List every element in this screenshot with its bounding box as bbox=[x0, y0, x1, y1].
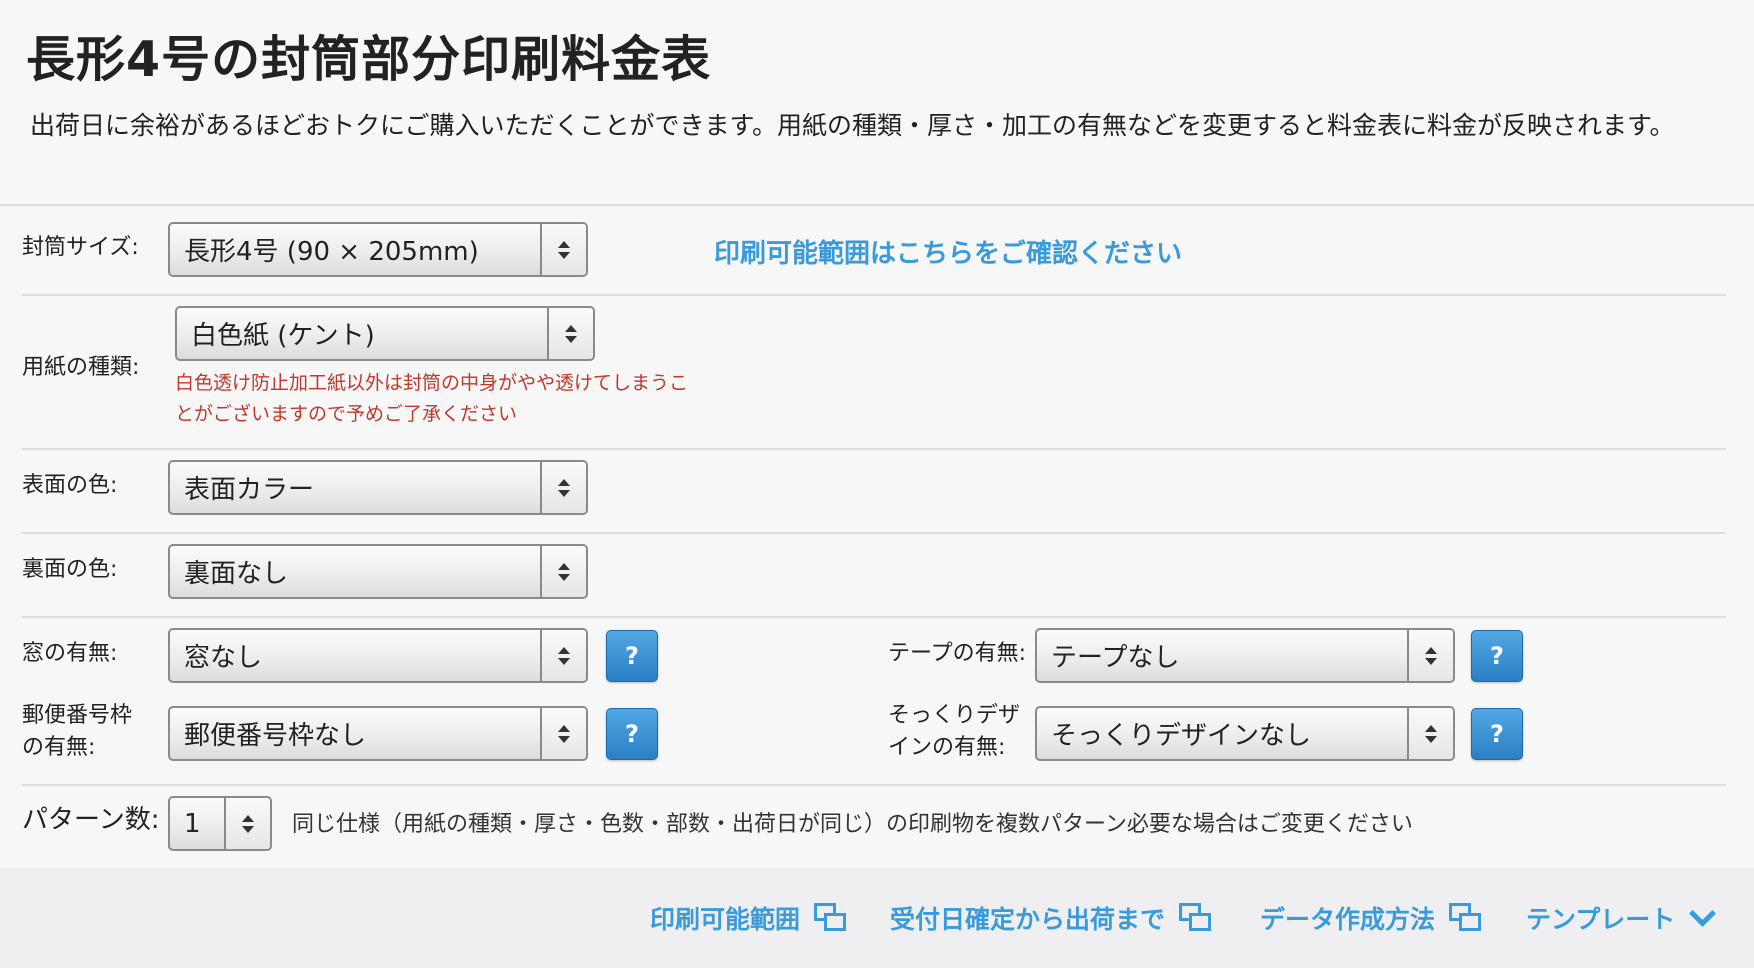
footer-link-label: データ作成方法 bbox=[1260, 905, 1436, 934]
paper-type-label: 用紙の種類: bbox=[22, 355, 140, 380]
window-label: 窓の有無: bbox=[22, 641, 118, 666]
back-color-label: 裏面の色: bbox=[22, 557, 118, 582]
external-window-icon bbox=[814, 903, 848, 933]
lookalike-design-value: そっくりデザインなし bbox=[1051, 721, 1312, 751]
tape-label: テープの有無: bbox=[888, 641, 1027, 666]
footer-link-print-range[interactable]: 印刷可能範囲 bbox=[650, 900, 848, 936]
divider bbox=[22, 532, 1726, 534]
lookalike-design-select[interactable]: そっくりデザインなし bbox=[1035, 706, 1455, 761]
postal-code-label-line2: の有無: bbox=[22, 735, 96, 760]
select-arrows-icon bbox=[547, 308, 593, 359]
lookalike-design-help-button[interactable]: ? bbox=[1471, 708, 1523, 760]
window-help-button[interactable]: ? bbox=[606, 630, 658, 682]
divider bbox=[22, 784, 1726, 786]
postal-code-help-button[interactable]: ? bbox=[606, 708, 658, 760]
chevron-down-icon bbox=[1687, 906, 1715, 930]
front-color-value: 表面カラー bbox=[184, 475, 315, 505]
select-arrows-icon bbox=[540, 630, 586, 681]
paper-type-warning: 白色透け防止加工紙以外は封筒の中身がやや透けてしまうことがございますので予めご了… bbox=[175, 372, 689, 425]
footer-bar bbox=[0, 868, 1754, 968]
divider bbox=[22, 616, 1726, 618]
lookalike-design-label-line2: インの有無: bbox=[888, 735, 1006, 760]
pattern-count-value: 1 bbox=[184, 808, 201, 839]
envelope-size-value: 長形4号 (90 × 205mm) bbox=[184, 237, 479, 267]
envelope-size-label: 封筒サイズ: bbox=[22, 235, 139, 260]
postal-code-label-line1: 郵便番号枠 bbox=[22, 703, 133, 728]
print-range-link[interactable]: 印刷可能範囲はこちらをご確認ください bbox=[714, 233, 1182, 270]
window-select[interactable]: 窓なし bbox=[168, 628, 588, 683]
footer-link-template[interactable]: テンプレート bbox=[1526, 900, 1715, 936]
pattern-count-note: 同じ仕様（用紙の種類・厚さ・色数・部数・出荷日が同じ）の印刷物を複数パターン必要… bbox=[292, 812, 1413, 837]
footer-link-label: テンプレート bbox=[1526, 905, 1676, 934]
pattern-count-select[interactable]: 1 bbox=[168, 796, 272, 851]
divider bbox=[22, 448, 1726, 450]
window-value: 窓なし bbox=[184, 643, 263, 673]
page-description: 出荷日に余裕があるほどおトクにご購入いただくことができます。用紙の種類・厚さ・加… bbox=[30, 111, 1675, 140]
footer-link-data-creation[interactable]: データ作成方法 bbox=[1260, 900, 1483, 936]
envelope-size-select[interactable]: 長形4号 (90 × 205mm) bbox=[168, 222, 588, 277]
postal-code-value: 郵便番号枠なし bbox=[184, 721, 367, 751]
pattern-count-label: パターン数: bbox=[22, 805, 160, 835]
divider bbox=[22, 294, 1726, 296]
front-color-label: 表面の色: bbox=[22, 473, 118, 498]
tape-help-button[interactable]: ? bbox=[1471, 630, 1523, 682]
select-arrows-icon bbox=[1407, 708, 1453, 759]
select-arrows-icon bbox=[224, 798, 270, 849]
footer-link-label: 印刷可能範囲 bbox=[650, 905, 801, 934]
page-title: 長形4号の封筒部分印刷料金表 bbox=[26, 31, 712, 88]
postal-code-select[interactable]: 郵便番号枠なし bbox=[168, 706, 588, 761]
external-window-icon bbox=[1449, 903, 1483, 933]
select-arrows-icon bbox=[540, 224, 586, 275]
front-color-select[interactable]: 表面カラー bbox=[168, 460, 588, 515]
back-color-value: 裏面なし bbox=[184, 559, 289, 589]
footer-link-label: 受付日確定から出荷まで bbox=[890, 905, 1166, 934]
select-arrows-icon bbox=[1407, 630, 1453, 681]
divider bbox=[0, 204, 1754, 206]
footer-link-shipping-schedule[interactable]: 受付日確定から出荷まで bbox=[890, 900, 1213, 936]
tape-value: テープなし bbox=[1051, 643, 1180, 673]
select-arrows-icon bbox=[540, 708, 586, 759]
external-window-icon bbox=[1179, 903, 1213, 933]
select-arrows-icon bbox=[540, 462, 586, 513]
select-arrows-icon bbox=[540, 546, 586, 597]
lookalike-design-label-line1: そっくりデザ bbox=[888, 703, 1021, 728]
paper-type-value: 白色紙 (ケント) bbox=[191, 321, 375, 351]
paper-type-select[interactable]: 白色紙 (ケント) bbox=[175, 306, 595, 361]
back-color-select[interactable]: 裏面なし bbox=[168, 544, 588, 599]
tape-select[interactable]: テープなし bbox=[1035, 628, 1455, 683]
